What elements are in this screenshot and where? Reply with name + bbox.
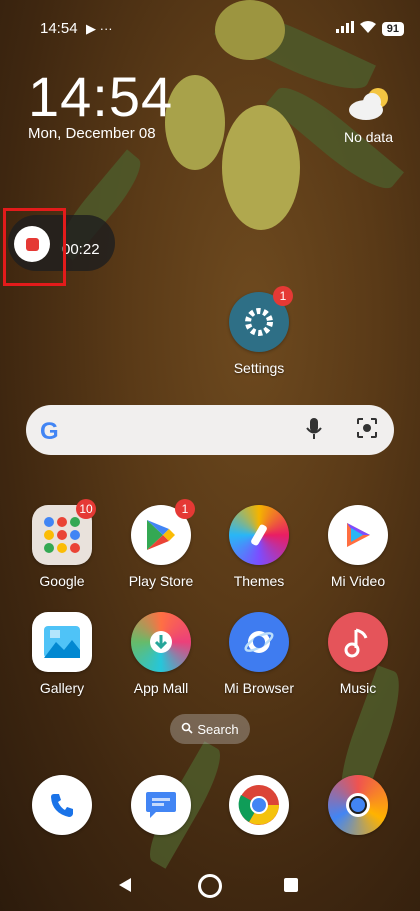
app-label: Settings xyxy=(233,360,285,376)
app-themes[interactable]: Themes xyxy=(214,505,304,589)
app-label: Play Store xyxy=(128,573,194,589)
chrome-icon xyxy=(229,775,289,835)
mi-video-icon xyxy=(328,505,388,565)
chrome-beta-icon xyxy=(328,775,388,835)
dock-phone[interactable] xyxy=(17,775,107,835)
app-app-mall[interactable]: App Mall xyxy=(116,612,206,696)
app-label: Gallery xyxy=(39,680,85,696)
google-badge: 10 xyxy=(76,499,96,519)
battery-indicator: 91 xyxy=(381,22,404,36)
weather-status[interactable]: No data xyxy=(344,129,393,145)
google-folder-icon: 10 xyxy=(32,499,96,565)
dock-messages[interactable] xyxy=(116,775,206,835)
status-notification-icons: ▶ ··· xyxy=(86,21,113,36)
phone-icon xyxy=(32,775,92,835)
app-label: App Mall xyxy=(133,680,189,696)
gallery-icon xyxy=(32,612,92,672)
weather-cloud-icon[interactable] xyxy=(346,86,392,122)
dock-chrome[interactable] xyxy=(214,775,304,835)
search-pill-label: Search xyxy=(197,721,239,737)
dock-chrome-beta[interactable] xyxy=(313,775,403,835)
app-settings[interactable]: 1 Settings xyxy=(214,286,304,376)
settings-badge: 1 xyxy=(273,286,293,306)
wifi-icon xyxy=(359,20,376,38)
app-label: Google xyxy=(39,573,85,589)
app-mi-browser[interactable]: Mi Browser xyxy=(214,612,304,696)
app-label: Mi Browser xyxy=(223,680,294,696)
app-play-store[interactable]: 1 Play Store xyxy=(116,499,206,589)
highlight-box xyxy=(3,208,66,286)
messages-icon xyxy=(131,775,191,835)
music-note-icon xyxy=(328,612,388,672)
lock-clock: 14:54 xyxy=(28,65,174,128)
mi-browser-icon xyxy=(229,612,289,672)
nav-back-button[interactable] xyxy=(118,877,132,898)
app-music[interactable]: Music xyxy=(313,612,403,696)
signal-icon xyxy=(335,20,354,38)
app-label: Themes xyxy=(233,573,285,589)
gear-icon: 1 xyxy=(229,286,293,352)
recording-timer: 00:22 xyxy=(62,241,100,258)
app-label: Music xyxy=(339,680,377,696)
status-time: 14:54 xyxy=(40,20,78,37)
app-search-pill[interactable]: Search xyxy=(170,714,250,744)
app-label: Mi Video xyxy=(330,573,386,589)
play-store-icon: 1 xyxy=(131,499,195,565)
play-store-badge: 1 xyxy=(175,499,195,519)
app-gallery[interactable]: Gallery xyxy=(17,612,107,696)
google-search-bar[interactable] xyxy=(26,405,394,455)
themes-icon xyxy=(229,505,289,565)
mic-icon[interactable] xyxy=(304,417,324,446)
search-icon xyxy=(181,722,193,737)
app-mi-video[interactable]: Mi Video xyxy=(313,505,403,589)
google-lens-icon[interactable] xyxy=(356,417,378,444)
nav-recents-button[interactable] xyxy=(284,878,298,892)
app-google-folder[interactable]: 10 Google xyxy=(17,499,107,589)
status-right-icons: 91 xyxy=(335,20,404,38)
google-logo: G xyxy=(40,418,59,445)
nav-home-button[interactable] xyxy=(198,874,222,898)
app-mall-icon xyxy=(131,612,191,672)
lock-date: Mon, December 08 xyxy=(28,125,156,142)
